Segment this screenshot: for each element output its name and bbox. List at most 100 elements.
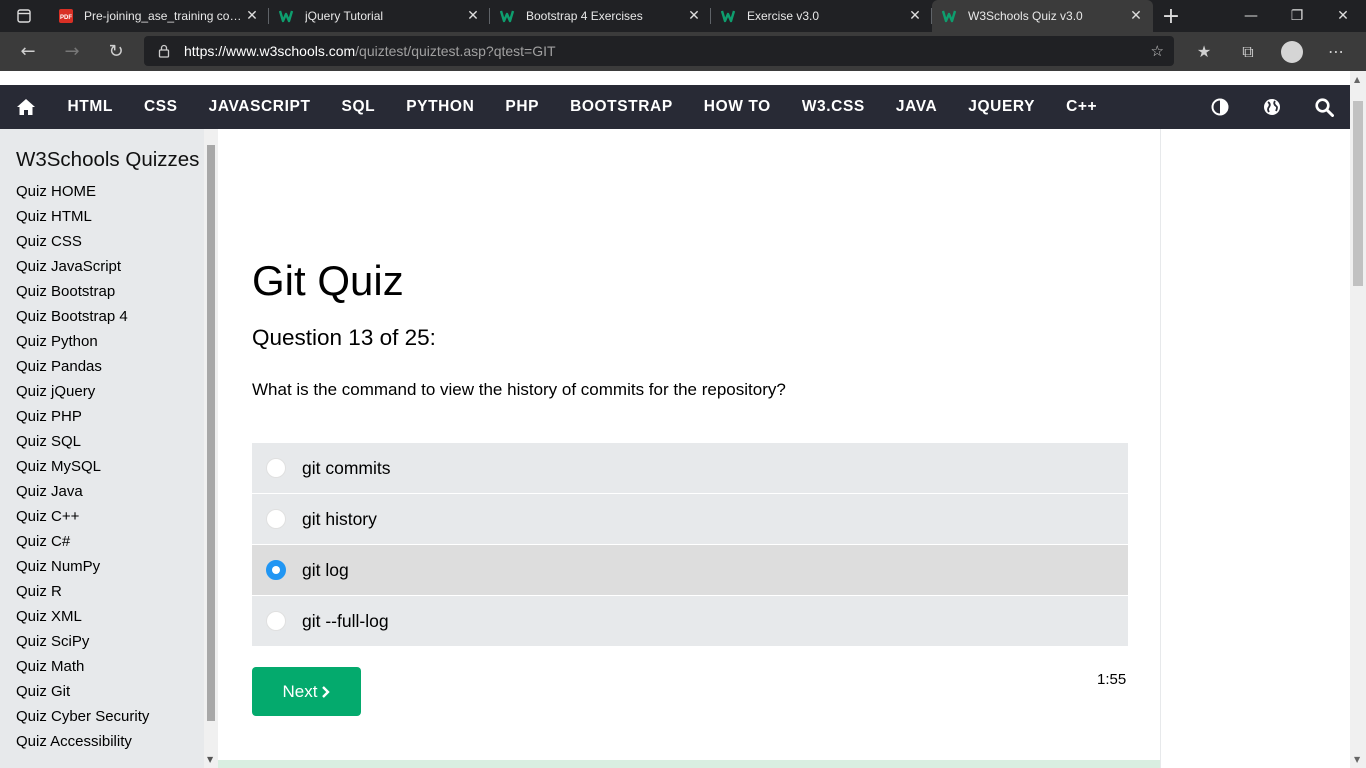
nav-link[interactable]: JAVA <box>880 98 952 116</box>
sidebar-item[interactable]: Quiz MySQL <box>16 457 149 482</box>
profile-avatar[interactable] <box>1270 34 1314 70</box>
nav-link[interactable]: CSS <box>128 98 193 116</box>
collections-icon[interactable]: ⧉ <box>1226 34 1270 70</box>
browser-tab-bar: PDF Pre-joining_ase_training content ✕ jQue… <box>0 0 1366 32</box>
w3schools-icon <box>942 8 958 24</box>
search-icon <box>1314 97 1334 117</box>
nav-link[interactable]: C++ <box>1051 98 1113 116</box>
sidebar-item[interactable]: Quiz HOME <box>16 182 149 207</box>
chevron-right-icon <box>322 685 331 698</box>
scroll-up-icon[interactable]: ▲ <box>1354 75 1360 84</box>
scroll-down-icon[interactable]: ▼ <box>1354 755 1360 764</box>
w3schools-icon <box>721 8 737 24</box>
browser-tab[interactable]: jQuery Tutorial ✕ <box>269 0 490 32</box>
restore-button[interactable]: ❐ <box>1274 0 1320 32</box>
globe-icon <box>1264 99 1280 115</box>
tab-title: jQuery Tutorial <box>305 9 384 23</box>
language-button[interactable] <box>1246 85 1298 129</box>
answer-option[interactable]: git history <box>252 494 1128 544</box>
w3schools-icon <box>500 8 516 24</box>
close-tab-icon[interactable]: ✕ <box>464 8 482 24</box>
nav-link[interactable]: JAVASCRIPT <box>193 98 326 116</box>
nav-link[interactable]: W3.CSS <box>786 98 880 116</box>
back-button[interactable]: ← <box>6 34 50 70</box>
close-window-button[interactable]: ✕ <box>1320 0 1366 32</box>
home-button[interactable] <box>0 98 52 116</box>
nav-link[interactable]: PYTHON <box>391 98 490 116</box>
nav-link[interactable]: JQUERY <box>953 98 1051 116</box>
sidebar-item[interactable]: Quiz CSS <box>16 232 149 257</box>
close-tab-icon[interactable]: ✕ <box>906 8 924 24</box>
refresh-button[interactable]: ↻ <box>94 34 138 70</box>
nav-link[interactable]: HOW TO <box>688 98 786 116</box>
answer-option[interactable]: git log <box>252 545 1128 595</box>
forward-button[interactable]: → <box>50 34 94 70</box>
close-tab-icon[interactable]: ✕ <box>685 8 703 24</box>
search-button[interactable] <box>1298 85 1350 129</box>
browser-tab[interactable]: Exercise v3.0 ✕ <box>711 0 932 32</box>
sidebar-item[interactable]: Quiz Accessibility <box>16 732 149 757</box>
url-text: https://www.w3schools.com/quiztest/quizt… <box>184 43 556 59</box>
browser-tab[interactable]: W3Schools Quiz v3.0 ✕ <box>932 0 1153 32</box>
close-tab-icon[interactable]: ✕ <box>1127 8 1145 24</box>
add-favorite-icon[interactable]: ☆ <box>1151 42 1164 60</box>
close-tab-icon[interactable]: ✕ <box>243 8 261 24</box>
sidebar-list: Quiz HOME Quiz HTML Quiz CSS Quiz JavaScrip… <box>16 182 149 757</box>
sidebar-item[interactable]: Quiz Math <box>16 657 149 682</box>
more-menu-icon[interactable]: ⋯ <box>1314 34 1358 70</box>
sidebar-scrollbar[interactable]: ▼ <box>204 129 218 768</box>
sidebar-item[interactable]: Quiz C# <box>16 532 149 557</box>
sidebar-item[interactable]: Quiz SciPy <box>16 632 149 657</box>
radio-button[interactable] <box>266 611 286 631</box>
sidebar-scroll-down-icon[interactable]: ▼ <box>207 755 213 764</box>
sidebar-item[interactable]: Quiz Python <box>16 332 149 357</box>
sidebar-item[interactable]: Quiz HTML <box>16 207 149 232</box>
sidebar-item[interactable]: Quiz Bootstrap <box>16 282 149 307</box>
nav-link[interactable]: HTML <box>52 98 128 116</box>
minimize-button[interactable]: — <box>1228 0 1274 32</box>
sidebar-item[interactable]: Quiz SQL <box>16 432 149 457</box>
favorites-icon[interactable]: ★ <box>1182 34 1226 70</box>
answer-option[interactable]: git --full-log <box>252 596 1128 646</box>
nav-link[interactable]: PHP <box>490 98 555 116</box>
page-scrollbar[interactable]: ▲ ▼ <box>1350 71 1366 768</box>
home-icon <box>17 99 35 115</box>
sidebar-item[interactable]: Quiz jQuery <box>16 382 149 407</box>
web-page: HTML CSS JAVASCRIPT SQL PYTHON PHP BOOTSTRAP HO… <box>0 71 1350 768</box>
sidebar-item[interactable]: Quiz Pandas <box>16 357 149 382</box>
top-navigation: HTML CSS JAVASCRIPT SQL PYTHON PHP BOOTSTRAP HO… <box>0 85 1350 129</box>
browser-tab[interactable]: Bootstrap 4 Exercises ✕ <box>490 0 711 32</box>
right-column <box>1160 129 1350 768</box>
nav-link[interactable]: BOOTSTRAP <box>555 98 689 116</box>
sidebar-item[interactable]: Quiz Git <box>16 682 149 707</box>
sidebar-item[interactable]: Quiz Cyber Security <box>16 707 149 732</box>
sidebar-item[interactable]: Quiz Java <box>16 482 149 507</box>
radio-button[interactable] <box>266 458 286 478</box>
nav-link[interactable]: SQL <box>326 98 391 116</box>
browser-tab[interactable]: PDF Pre-joining_ase_training content ✕ <box>48 0 269 32</box>
quiz-sidebar: W3Schools Quizzes Quiz HOME Quiz HTML Quiz… <box>0 129 218 768</box>
sidebar-item[interactable]: Quiz Bootstrap 4 <box>16 307 149 332</box>
sidebar-item[interactable]: Quiz JavaScript <box>16 257 149 282</box>
pdf-icon: PDF <box>58 8 74 24</box>
tab-actions-icon <box>17 9 31 23</box>
theme-toggle-button[interactable] <box>1194 85 1246 129</box>
sidebar-item[interactable]: Quiz R <box>16 582 149 607</box>
sidebar-scroll-thumb[interactable] <box>207 145 215 721</box>
page-scroll-thumb[interactable] <box>1353 101 1363 286</box>
question-number: Question 13 of 25: <box>252 325 436 350</box>
tab-actions-button[interactable] <box>0 0 48 32</box>
address-bar[interactable]: https://www.w3schools.com/quiztest/quizt… <box>144 36 1174 66</box>
sidebar-item[interactable]: Quiz NumPy <box>16 557 149 582</box>
radio-button[interactable] <box>266 509 286 529</box>
answer-list: git commits git history git log git --full-… <box>252 443 1128 647</box>
lock-icon <box>158 44 170 58</box>
next-button[interactable]: Next <box>252 667 361 716</box>
quiz-timer: 1:55 <box>1097 671 1127 688</box>
answer-option[interactable]: git commits <box>252 443 1128 493</box>
sidebar-item[interactable]: Quiz C++ <box>16 507 149 532</box>
sidebar-item[interactable]: Quiz PHP <box>16 407 149 432</box>
radio-selected[interactable] <box>266 560 286 580</box>
sidebar-item[interactable]: Quiz XML <box>16 607 149 632</box>
new-tab-button[interactable]: + <box>1153 0 1189 32</box>
